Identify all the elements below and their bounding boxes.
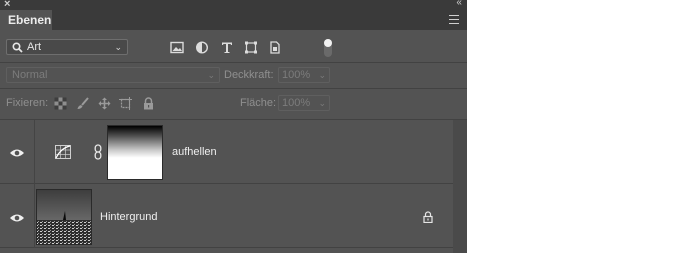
opacity-label: Deckkraft: [224,69,274,81]
blend-mode-select[interactable]: Normal ⌄ [6,67,220,83]
chevron-down-icon: ⌄ [207,70,215,80]
layer-row[interactable]: aufhellen [0,120,453,184]
lock-image-pixels-icon[interactable] [76,97,89,110]
adjustment-filter-icon[interactable] [195,41,209,54]
panel-topbar: × ‹‹ [0,0,467,10]
visibility-eye-icon[interactable] [9,213,25,223]
layer-row[interactable]: Hintergrund [0,184,453,248]
lock-position-icon[interactable] [98,97,111,110]
lock-label: Fixieren: [6,97,49,109]
fill-value: 100% [282,97,311,109]
lock-transparent-pixels-icon[interactable] [54,97,67,110]
lock-artboard-icon[interactable] [119,97,132,110]
shape-filter-icon[interactable] [244,41,258,54]
type-filter-icon[interactable] [220,41,234,54]
layers-panel: × ‹‹ Ebenen Art ⌄ Normal ⌄ Deckkraft: 10… [0,0,467,253]
filter-row: Art ⌄ [0,30,467,62]
curves-adjustment-icon [55,145,71,159]
chevron-down-icon: ⌄ [318,70,326,80]
search-icon [12,42,23,53]
chevron-down-icon: ⌄ [114,42,122,52]
opacity-value: 100% [282,69,311,81]
smartobject-filter-icon[interactable] [268,41,282,54]
chevron-down-icon: ⌄ [318,98,326,108]
layer-name[interactable]: aufhellen [172,146,217,158]
panel-menu-icon[interactable] [449,15,459,24]
fill-field[interactable]: 100% ⌄ [278,95,330,111]
layer-name[interactable]: Hintergrund [100,211,157,223]
visibility-eye-icon[interactable] [9,148,25,158]
opacity-field[interactable]: 100% ⌄ [278,67,330,83]
layers-scrollbar[interactable] [453,120,467,253]
collapse-panel-button[interactable]: ‹‹ [456,0,462,8]
lock-all-icon[interactable] [142,97,155,110]
close-panel-button[interactable]: × [4,0,10,10]
blend-mode-value: Normal [12,69,48,81]
fill-label: Fläche: [240,97,277,109]
panel-tab-row: Ebenen [0,10,467,30]
layers-list: aufhellen Hintergrund [0,120,453,253]
lock-row: Fixieren: Fläche: 100% ⌄ [0,89,467,118]
column-divider [34,184,35,248]
filter-toggle-icon[interactable] [323,38,333,58]
column-divider [34,120,35,184]
image-filter-icon[interactable] [170,41,184,54]
blend-row: Normal ⌄ Deckkraft: 100% ⌄ [0,63,467,88]
layer-mask-thumbnail[interactable] [107,125,163,180]
layer-image-thumbnail[interactable] [36,189,92,245]
filter-kind-label: Art [27,41,42,53]
tab-layers[interactable]: Ebenen [0,10,52,30]
layer-lock-icon [423,211,433,223]
filter-kind-select[interactable]: Art ⌄ [6,39,128,55]
link-chain-icon[interactable] [94,144,102,160]
